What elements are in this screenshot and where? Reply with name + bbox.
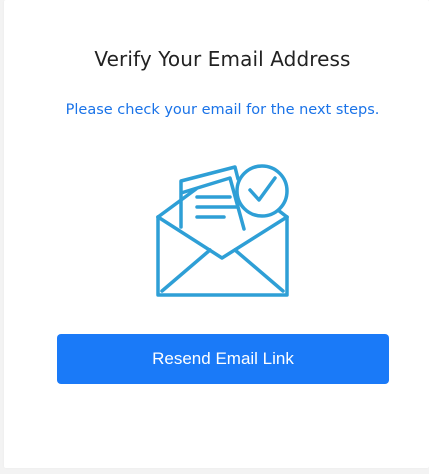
verify-email-card: Verify Your Email Address Please check y… xyxy=(4,0,429,468)
resend-email-link-button[interactable]: Resend Email Link xyxy=(57,334,389,384)
letter-paper xyxy=(179,176,246,231)
page-title: Verify Your Email Address xyxy=(94,47,351,71)
check-badge xyxy=(235,164,289,218)
instructions-text: Please check your email for the next ste… xyxy=(65,102,380,118)
email-verified-icon xyxy=(156,164,289,297)
